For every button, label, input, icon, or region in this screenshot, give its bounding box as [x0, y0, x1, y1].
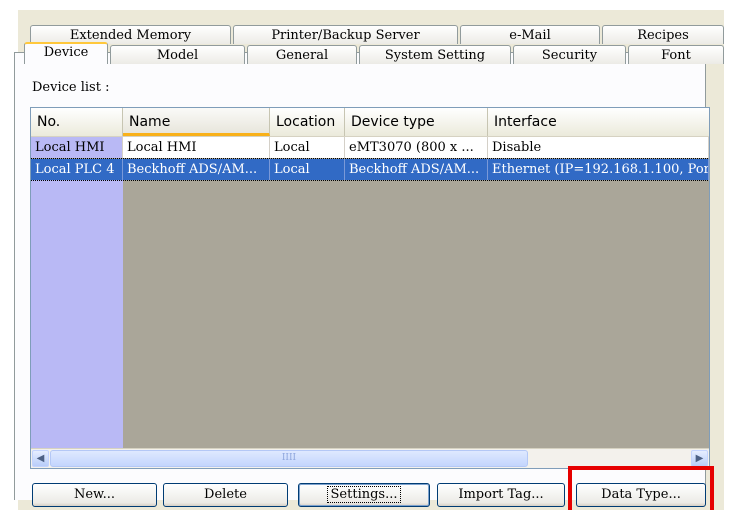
import-tag-button[interactable]: Import Tag... [437, 483, 565, 507]
cell-location: Local [270, 159, 345, 180]
new-button[interactable]: New... [32, 483, 157, 507]
horizontal-scrollbar[interactable]: ◀ IIII ▶ [31, 448, 709, 468]
cell-name: Local HMI [123, 137, 270, 158]
red-highlight-box [568, 466, 714, 510]
column-header-device-type[interactable]: Device type [345, 108, 488, 136]
settings-button[interactable]: Settings... [298, 483, 430, 507]
tab-device[interactable]: Device [24, 42, 108, 64]
delete-button[interactable]: Delete [163, 483, 288, 507]
table-row-selected[interactable]: Local PLC 4 Beckhoff ADS/AM... Local Bec… [31, 158, 709, 181]
cell-no: Local PLC 4 [31, 159, 123, 180]
list-header: No. Name Location Device type Interface [31, 108, 709, 137]
settings-label: Settings... [326, 486, 402, 503]
tab-general[interactable]: General [247, 45, 357, 64]
tab-printer-backup-server[interactable]: Printer/Backup Server [233, 25, 458, 44]
tab-font[interactable]: Font [628, 45, 724, 64]
table-row[interactable]: Local HMI Local HMI Local eMT3070 (800 x… [31, 137, 709, 158]
cell-device-type: Beckhoff ADS/AM... [345, 159, 488, 180]
cell-no: Local HMI [31, 137, 123, 158]
cell-location: Local [270, 137, 345, 158]
scroll-grip: IIII [281, 453, 297, 463]
tab-security[interactable]: Security [513, 45, 626, 64]
no-column-shade [31, 179, 123, 449]
cell-device-type: eMT3070 (800 x ... [345, 137, 488, 158]
tab-model[interactable]: Model [110, 45, 245, 64]
column-header-no[interactable]: No. [31, 108, 123, 136]
column-header-interface[interactable]: Interface [488, 108, 709, 136]
scroll-left-icon[interactable]: ◀ [32, 450, 49, 467]
scroll-thumb[interactable]: IIII [50, 450, 528, 467]
tab-system-setting[interactable]: System Setting [359, 45, 511, 64]
tab-e-mail[interactable]: e-Mail [460, 25, 600, 44]
device-list[interactable]: No. Name Location Device type Interface … [30, 107, 710, 469]
cell-interface: Ethernet (IP=192.168.1.100, Por [488, 159, 709, 180]
cell-interface: Disable [488, 137, 709, 158]
cell-name: Beckhoff ADS/AM... [123, 159, 270, 180]
column-header-location[interactable]: Location [270, 108, 345, 136]
scroll-right-icon[interactable]: ▶ [691, 450, 708, 467]
column-header-name[interactable]: Name [123, 108, 270, 136]
tab-recipes[interactable]: Recipes [602, 25, 724, 44]
device-list-label: Device list : [32, 80, 110, 95]
